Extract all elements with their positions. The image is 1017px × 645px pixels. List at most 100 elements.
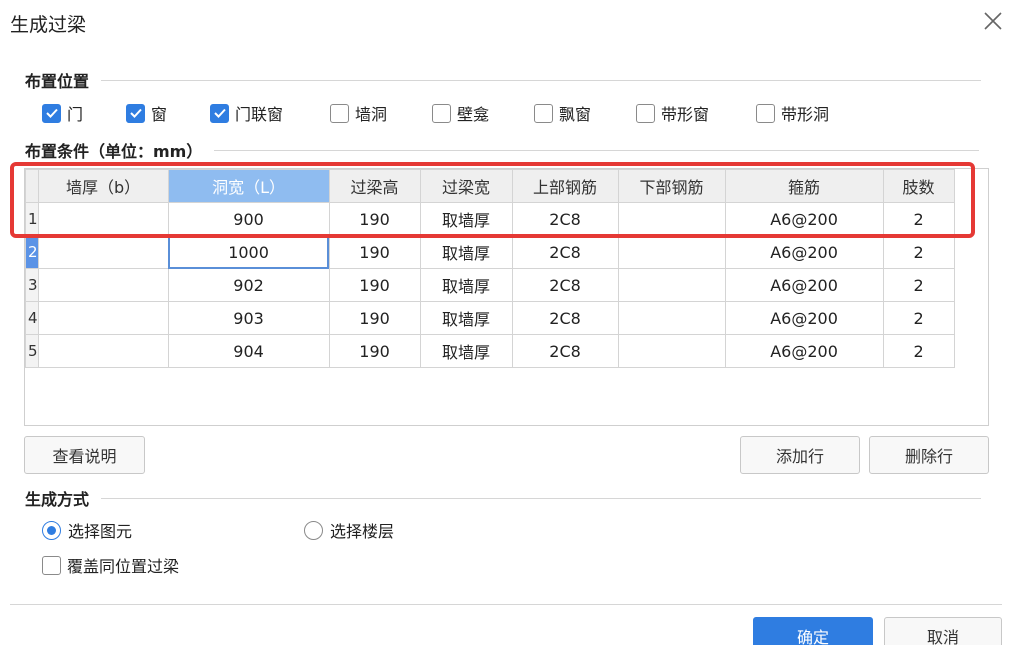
generate-heading: 生成方式: [25, 490, 90, 509]
table-cell[interactable]: 190: [328, 202, 421, 236]
checkbox-label: 门: [67, 105, 84, 124]
table-cell[interactable]: 2C8: [511, 301, 619, 335]
table-cell[interactable]: [617, 301, 726, 335]
row-number[interactable]: 1: [25, 202, 39, 236]
placement-bay-window-checkbox[interactable]: 飘窗: [534, 100, 591, 126]
table-cell[interactable]: A6@200: [724, 301, 884, 335]
table-cell[interactable]: 取墙厚: [419, 202, 513, 236]
column-header-legs[interactable]: 肢数: [882, 169, 955, 203]
checkbox-unchecked-icon: [432, 103, 451, 123]
select-floors-radio[interactable]: 选择楼层: [304, 518, 394, 542]
table-cell[interactable]: [617, 235, 726, 269]
generate-section: 生成方式: [25, 486, 982, 510]
table-cell[interactable]: 2: [882, 334, 955, 368]
placement-door-checkbox[interactable]: 门: [42, 100, 83, 126]
table-cell[interactable]: [617, 334, 726, 368]
table-cell[interactable]: A6@200: [724, 202, 884, 236]
column-header-lintel-height[interactable]: 过梁高: [328, 169, 421, 203]
checkbox-label: 门联窗: [235, 105, 284, 124]
ok-button[interactable]: 确定: [753, 617, 873, 645]
placement-strip-opening-checkbox[interactable]: 带形洞: [756, 100, 829, 126]
placement-heading: 布置位置: [25, 72, 90, 91]
table-cell[interactable]: 902: [167, 268, 330, 302]
radio-label: 选择图元: [68, 522, 133, 541]
table-cell[interactable]: 2: [882, 301, 955, 335]
table-cell[interactable]: A6@200: [724, 268, 884, 302]
checkbox-label: 墙洞: [355, 105, 388, 124]
table-row[interactable]: 3 902 190 取墙厚 2C8 A6@200 2: [25, 268, 955, 302]
table-cell[interactable]: A6@200: [724, 235, 884, 269]
table-row[interactable]: 2 1000 190 取墙厚 2C8 A6@200 2: [25, 235, 955, 269]
table-cell[interactable]: 190: [328, 301, 421, 335]
table-cell[interactable]: [37, 334, 169, 368]
conditions-heading: 布置条件（单位：mm）: [25, 142, 203, 161]
table-cell[interactable]: 取墙厚: [419, 334, 513, 368]
table-cell[interactable]: 190: [328, 334, 421, 368]
checkbox-checked-icon: [126, 103, 145, 123]
checkbox-checked-icon: [42, 103, 61, 123]
column-header-bottom-rebar[interactable]: 下部钢筋: [617, 169, 726, 203]
table-cell[interactable]: 2C8: [511, 235, 619, 269]
table-cell[interactable]: 2C8: [511, 202, 619, 236]
table-cell[interactable]: 904: [167, 334, 330, 368]
checkbox-checked-icon: [210, 103, 229, 123]
table-cell[interactable]: [37, 235, 169, 269]
table-cell[interactable]: 903: [167, 301, 330, 335]
delete-row-button[interactable]: 删除行: [869, 436, 989, 474]
select-elements-radio[interactable]: 选择图元: [42, 518, 132, 542]
table-cell[interactable]: A6@200: [724, 334, 884, 368]
column-header-stirrup[interactable]: 箍筋: [724, 169, 884, 203]
close-icon[interactable]: [982, 10, 1004, 32]
table-cell[interactable]: 190: [328, 268, 421, 302]
column-header-lintel-width[interactable]: 过梁宽: [419, 169, 513, 203]
view-help-button[interactable]: 查看说明: [24, 436, 145, 474]
table-cell[interactable]: 2: [882, 268, 955, 302]
table-row[interactable]: 1 900 190 取墙厚 2C8 A6@200 2: [25, 202, 955, 236]
table-cell[interactable]: 900: [167, 202, 330, 236]
footer-divider: [10, 604, 1002, 605]
row-number-header: [25, 169, 39, 203]
table-cell[interactable]: [617, 268, 726, 302]
radio-selected-icon: [42, 520, 61, 540]
table-cell[interactable]: 2: [882, 235, 955, 269]
table-cell[interactable]: 取墙厚: [419, 235, 513, 269]
row-number[interactable]: 5: [25, 334, 39, 368]
placement-window-checkbox[interactable]: 窗: [126, 100, 167, 126]
checkbox-label: 带形洞: [781, 105, 830, 124]
checkbox-unchecked-icon: [534, 103, 553, 123]
table-cell[interactable]: 2: [882, 202, 955, 236]
table-cell[interactable]: 取墙厚: [419, 268, 513, 302]
row-number[interactable]: 2: [25, 235, 39, 269]
placement-options: 门 窗 门联窗 墙洞 壁龛 飘窗 带形窗 带形洞: [42, 100, 922, 126]
conditions-section: 布置条件（单位：mm）: [25, 138, 980, 162]
overwrite-checkbox[interactable]: 覆盖同位置过梁: [42, 552, 179, 578]
section-divider: [214, 149, 980, 151]
conditions-table: 墙厚（b） 洞宽（L） 过梁高 过梁宽 上部钢筋 下部钢筋 箍筋 肢数 1 90…: [25, 169, 955, 368]
table-cell[interactable]: [37, 268, 169, 302]
placement-door-window-checkbox[interactable]: 门联窗: [210, 100, 283, 126]
checkbox-unchecked-icon: [330, 103, 349, 123]
placement-wall-opening-checkbox[interactable]: 墙洞: [330, 100, 387, 126]
table-row[interactable]: 5 904 190 取墙厚 2C8 A6@200 2: [25, 334, 955, 368]
table-cell[interactable]: 取墙厚: [419, 301, 513, 335]
placement-strip-window-checkbox[interactable]: 带形窗: [636, 100, 709, 126]
table-row[interactable]: 4 903 190 取墙厚 2C8 A6@200 2: [25, 301, 955, 335]
add-row-button[interactable]: 添加行: [740, 436, 860, 474]
row-number[interactable]: 3: [25, 268, 39, 302]
table-cell[interactable]: [37, 301, 169, 335]
table-cell-focused[interactable]: 1000: [167, 235, 330, 269]
column-header-top-rebar[interactable]: 上部钢筋: [511, 169, 619, 203]
table-cell[interactable]: 2C8: [511, 268, 619, 302]
section-divider: [101, 79, 982, 81]
conditions-grid: 墙厚（b） 洞宽（L） 过梁高 过梁宽 上部钢筋 下部钢筋 箍筋 肢数 1 90…: [24, 168, 989, 426]
column-header-wall-thickness[interactable]: 墙厚（b）: [37, 169, 169, 203]
table-cell[interactable]: 2C8: [511, 334, 619, 368]
table-cell[interactable]: [37, 202, 169, 236]
column-header-opening-width[interactable]: 洞宽（L）: [167, 169, 330, 203]
table-cell[interactable]: [617, 202, 726, 236]
cancel-button[interactable]: 取消: [884, 617, 1002, 645]
row-number[interactable]: 4: [25, 301, 39, 335]
table-cell[interactable]: 190: [328, 235, 421, 269]
checkbox-label: 带形窗: [661, 105, 710, 124]
placement-niche-checkbox[interactable]: 壁龛: [432, 100, 489, 126]
